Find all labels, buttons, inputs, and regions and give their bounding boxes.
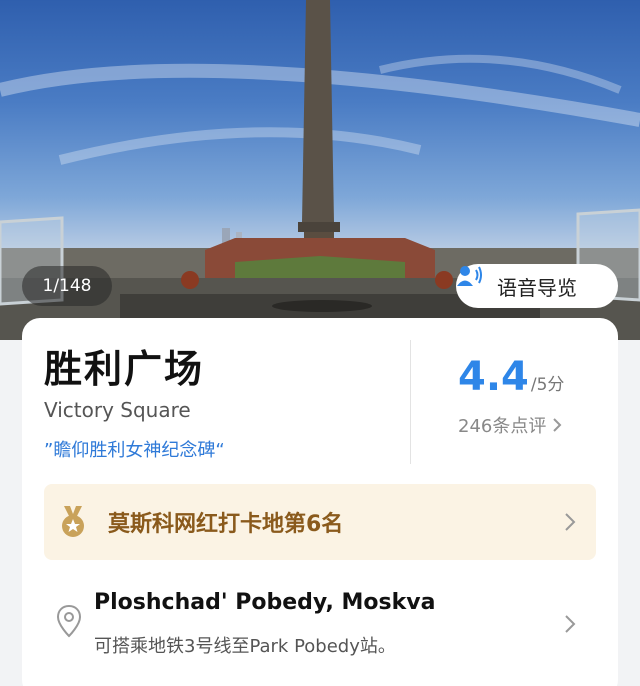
page-title: 胜利广场 [44, 347, 205, 391]
audio-guide-label: 语音导览 [497, 275, 577, 300]
audio-guide-icon [457, 266, 482, 286]
address: Ploshchad' Pobedy, Moskva [94, 590, 436, 615]
chevron-right-icon [565, 615, 576, 633]
rating-unit: /5分 [530, 375, 565, 395]
rating-value: 4.4 [458, 354, 529, 400]
ranking-banner[interactable]: 莫斯科网红打卡地第6名 [44, 484, 596, 560]
divider [410, 340, 411, 464]
photo-counter: 1/148 [22, 266, 112, 306]
rating-score: 4.4 /5分 [458, 354, 564, 400]
review-count: 246条点评 [458, 416, 547, 437]
ranking-label: 莫斯科网红打卡地第6名 [108, 512, 344, 537]
chevron-right-icon [565, 513, 576, 531]
hero-photo[interactable]: 1/148 语音导览 [0, 0, 640, 340]
audio-guide-button[interactable]: 语音导览 [456, 264, 618, 308]
poi-card: 胜利广场 Victory Square ”瞻仰胜利女神纪念碑“ 4.4 /5分 … [22, 318, 618, 686]
reviews-link[interactable]: 246条点评 [458, 412, 562, 438]
medal-icon [62, 506, 84, 537]
chevron-right-icon [553, 418, 562, 432]
location-pin-icon [56, 604, 82, 638]
transport-info: 可搭乘地铁3号线至Park Pobedy站。 [94, 636, 396, 657]
tagline: ”瞻仰胜利女神纪念碑“ [44, 440, 225, 461]
english-name: Victory Square [44, 398, 191, 422]
location-row[interactable]: Ploshchad' Pobedy, Moskva 可搭乘地铁3号线至Park … [44, 580, 596, 676]
